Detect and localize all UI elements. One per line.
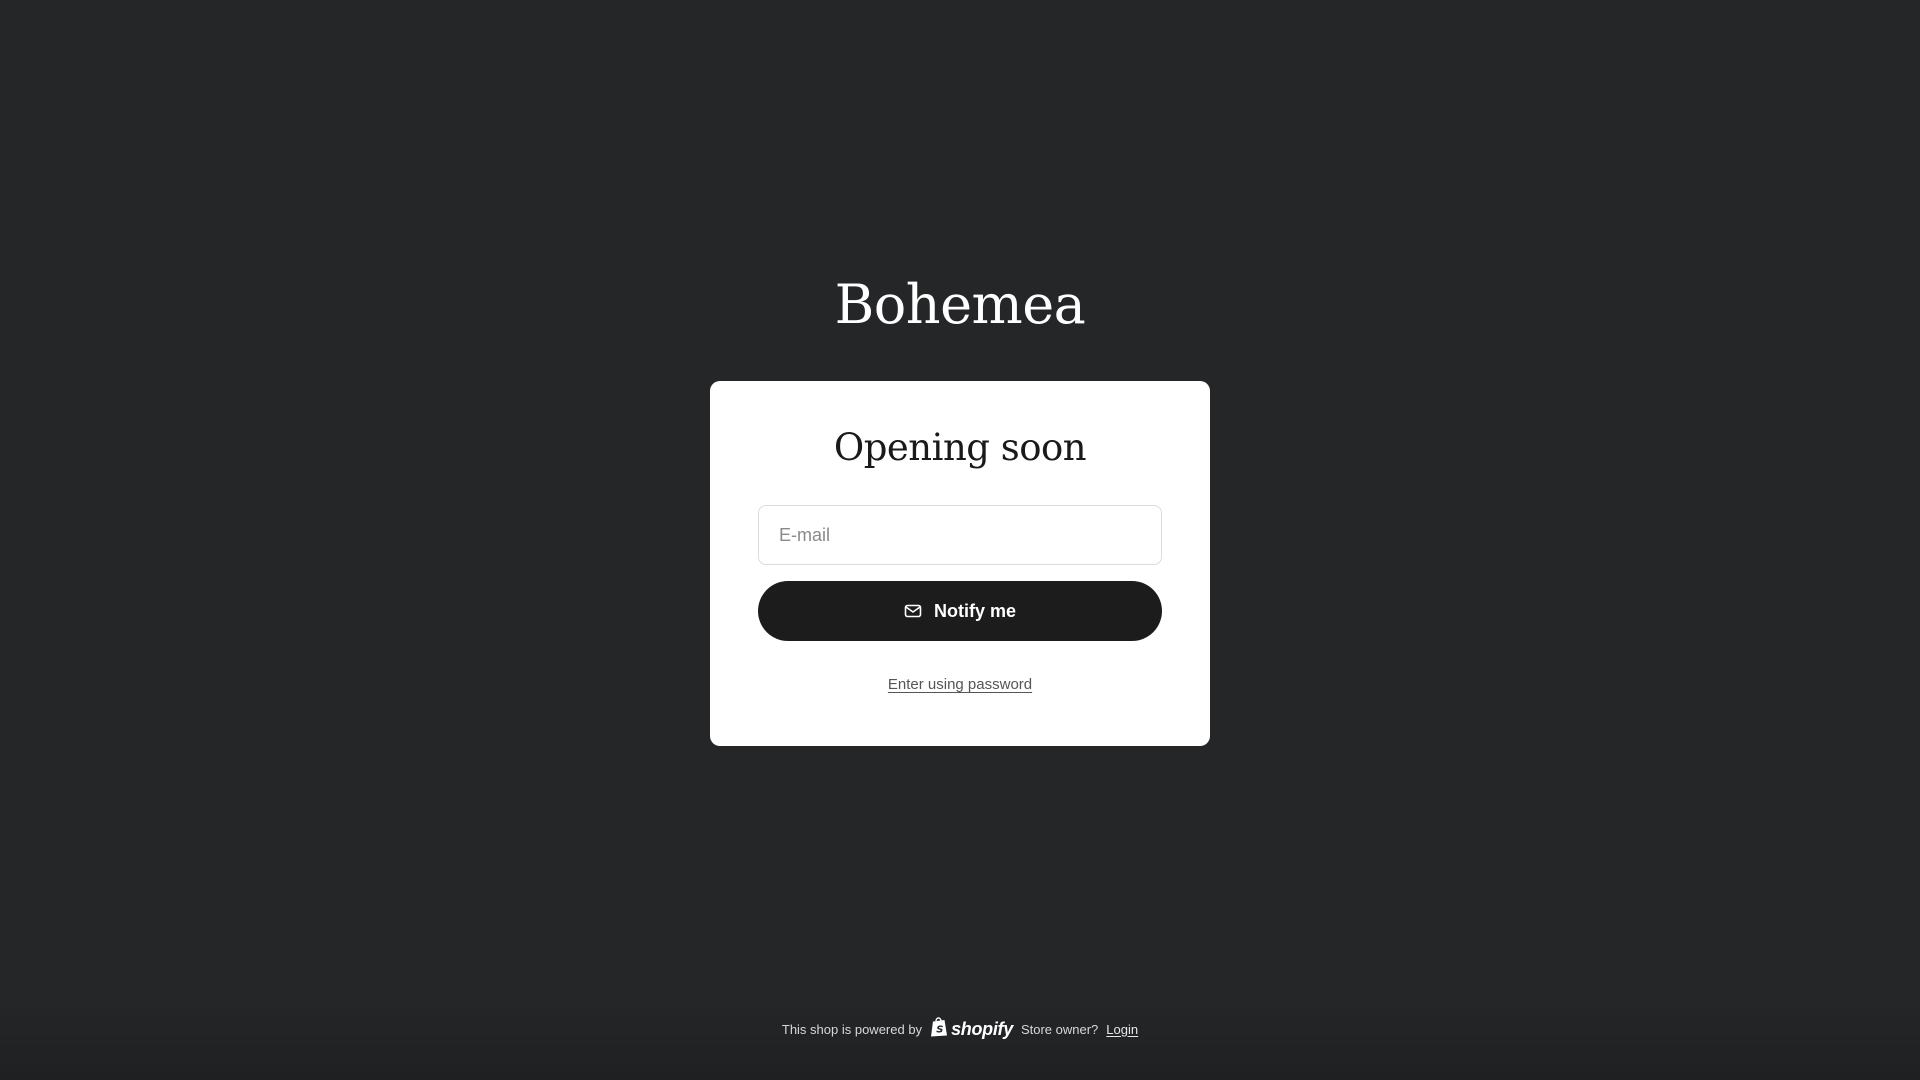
store-logo: Bohemea (834, 273, 1086, 336)
shopify-bag-icon: S (930, 1016, 948, 1042)
footer: This shop is powered by S shopify Store … (0, 1016, 1920, 1042)
powered-by-text: This shop is powered by (781, 1021, 923, 1037)
notify-me-label: Notify me (933, 600, 1016, 621)
enter-using-password-link[interactable]: Enter using password (888, 676, 1032, 693)
shopify-wordmark: shopify (951, 1018, 1013, 1039)
shopify-logo[interactable]: S shopify (930, 1016, 1013, 1042)
password-link-wrapper: Enter using password (710, 676, 1210, 693)
svg-text:S: S (936, 1025, 943, 1036)
email-field[interactable] (758, 505, 1162, 565)
notify-me-button[interactable]: Notify me (758, 581, 1162, 641)
store-owner-text: Store owner? (1020, 1021, 1099, 1037)
password-page: Bohemea Opening soon Notify me Enter usi… (0, 0, 1920, 1080)
envelope-icon (904, 602, 922, 620)
login-link[interactable]: Login (1106, 1022, 1138, 1037)
card-title: Opening soon (833, 426, 1087, 469)
opening-soon-card: Opening soon Notify me Enter using passw… (710, 381, 1210, 746)
